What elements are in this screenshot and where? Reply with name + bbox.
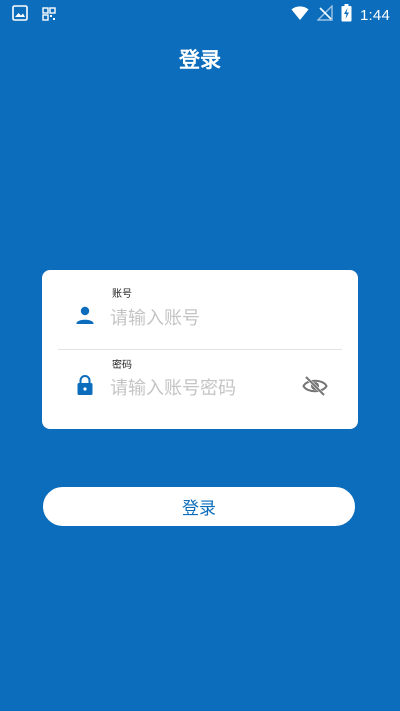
wifi-icon	[291, 5, 309, 25]
clock: 1:44	[360, 6, 390, 24]
image-icon	[12, 5, 28, 25]
battery-charging-icon	[341, 4, 352, 26]
login-card: 账号 密码	[42, 270, 358, 429]
page-title: 登录	[179, 48, 221, 72]
username-input[interactable]	[110, 304, 290, 332]
lock-icon	[74, 374, 96, 396]
password-label: 密码	[112, 360, 132, 371]
password-input[interactable]	[110, 374, 290, 402]
no-signal-icon	[316, 4, 333, 25]
username-label: 账号	[112, 289, 132, 300]
status-bar: 1:44	[0, 0, 400, 28]
username-field: 账号	[42, 270, 358, 349]
password-field: 密码	[42, 350, 358, 429]
person-icon	[74, 304, 96, 326]
qr-scan-icon	[42, 6, 56, 25]
login-button[interactable]: 登录	[42, 486, 356, 527]
eye-off-icon[interactable]	[302, 375, 328, 397]
